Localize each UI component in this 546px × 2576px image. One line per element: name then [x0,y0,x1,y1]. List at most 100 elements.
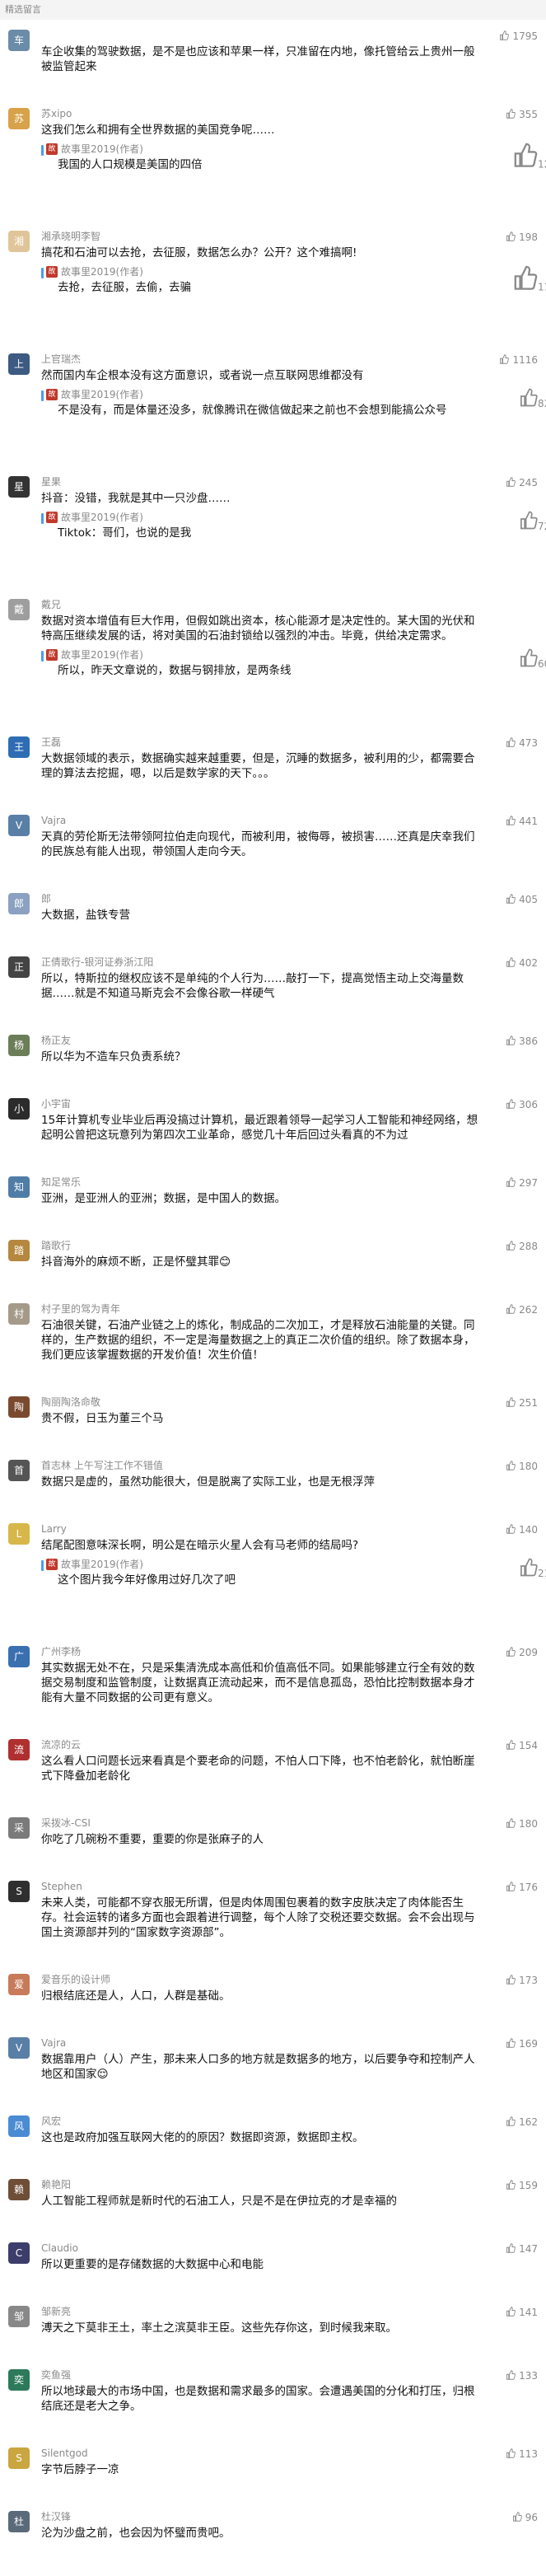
comment-author[interactable]: 郎 [41,892,480,905]
comment-author[interactable]: Vajra [41,2036,480,2050]
avatar[interactable]: 风 [8,2115,30,2137]
author-avatar[interactable]: 故 [46,649,58,661]
like-button[interactable]: 141 [506,2307,538,2318]
avatar[interactable]: 邹 [8,2306,30,2327]
comment-author[interactable]: 正倩歌行-银河证券浙江阳 [41,956,480,969]
reply-author[interactable]: 故事里2019(作者) [58,1558,480,1571]
like-button[interactable]: 140 [506,1524,538,1536]
avatar[interactable]: 王 [8,736,30,758]
avatar[interactable]: 郎 [8,893,30,914]
comment-author[interactable]: 奕鱼强 [41,2368,480,2382]
avatar[interactable]: 采 [8,1817,30,1839]
like-button[interactable]: 169 [506,2038,538,2050]
author-avatar[interactable]: 故 [46,266,58,278]
like-button[interactable]: 297 [506,1177,538,1189]
comment-author[interactable]: 王磊 [41,736,480,749]
comment-author[interactable]: 杨正友 [41,1034,480,1047]
author-avatar[interactable]: 故 [46,1559,58,1570]
avatar[interactable]: S [8,2447,30,2469]
reply-like-button[interactable]: 822 [519,388,546,409]
avatar[interactable]: 首 [8,1460,30,1481]
comment-author[interactable]: Stephen [41,1880,480,1893]
avatar[interactable]: 苏 [8,108,30,129]
like-button[interactable]: 251 [506,1397,538,1409]
like-button[interactable]: 147 [506,2243,538,2255]
avatar[interactable]: 湘 [8,231,30,252]
like-button[interactable]: 405 [506,894,538,905]
comment-author[interactable]: 戴兄 [41,598,480,611]
like-button[interactable]: 245 [506,477,538,489]
author-avatar[interactable]: 故 [46,512,58,523]
reply-author[interactable]: 故事里2019(作者) [58,511,480,524]
comment-author[interactable]: 杜汉锋 [41,2510,480,2523]
reply-like-button[interactable]: 723 [519,511,546,532]
comment-author[interactable]: 风宏 [41,2115,480,2128]
like-button[interactable]: 159 [506,2180,538,2191]
comment-author[interactable]: 知足常乐 [41,1176,480,1189]
avatar[interactable]: 奕 [8,2369,30,2391]
like-button[interactable]: 209 [506,1647,538,1658]
comment-author[interactable]: 广州李杨 [41,1645,480,1658]
like-button[interactable]: 198 [506,231,538,243]
comment-author[interactable]: 小宇宙 [41,1097,480,1110]
like-button[interactable]: 113 [506,2448,538,2460]
comment-author[interactable]: 陶丽陶洛命敬 [41,1396,480,1409]
avatar[interactable]: V [8,2037,30,2059]
comment-author[interactable]: 爱音乐的设计师 [41,1973,480,1986]
avatar[interactable]: 杨 [8,1035,30,1056]
like-button[interactable]: 306 [506,1099,538,1110]
reply-like-button[interactable]: 1258 [512,143,546,171]
like-button[interactable]: 162 [506,2116,538,2128]
comment-author[interactable]: 采拨冰-CSI [41,1816,480,1830]
reply-author[interactable]: 故事里2019(作者) [58,143,480,156]
comment-author[interactable]: 赖艳阳 [41,2178,480,2191]
avatar[interactable]: 知 [8,1176,30,1198]
comment-author[interactable]: Larry [41,1522,480,1536]
avatar[interactable]: L [8,1523,30,1545]
like-button[interactable]: 441 [506,816,538,827]
avatar[interactable]: 正 [8,956,30,978]
avatar[interactable]: 踏 [8,1240,30,1261]
avatar[interactable]: 车 [8,30,30,51]
author-avatar[interactable]: 故 [46,389,58,400]
avatar[interactable]: C [8,2242,30,2264]
like-button[interactable]: 288 [506,1241,538,1252]
like-button[interactable]: 133 [506,2370,538,2382]
comment-author[interactable]: 上官瑞杰 [41,353,480,366]
comment-author[interactable]: 湘承晓明李智 [41,230,480,243]
comment-author[interactable]: 踏歌行 [41,1239,480,1252]
like-button[interactable]: 154 [506,1740,538,1751]
like-button[interactable]: 262 [506,1304,538,1316]
reply-like-button[interactable]: 1116 [512,265,546,293]
comment-author[interactable]: Silentgod [41,2447,480,2460]
comment-author[interactable]: Claudio [41,2242,480,2255]
comment-author[interactable]: Vajra [41,814,480,827]
reply-like-button[interactable]: 601 [519,648,546,670]
like-button[interactable]: 176 [506,1882,538,1893]
avatar[interactable]: S [8,1881,30,1902]
avatar[interactable]: 戴 [8,599,30,620]
avatar[interactable]: 星 [8,476,30,498]
like-button[interactable]: 173 [506,1975,538,1986]
like-button[interactable]: 96 [512,2512,538,2523]
comment-author[interactable]: 星果 [41,475,480,489]
avatar[interactable]: 村 [8,1303,30,1325]
comment-author[interactable]: 首志林 上午写注工作不错值 [41,1459,480,1472]
reply-author[interactable]: 故事里2019(作者) [58,265,480,278]
avatar[interactable]: 上 [8,353,30,375]
avatar[interactable]: 流 [8,1739,30,1760]
avatar[interactable]: 小 [8,1098,30,1120]
reply-author[interactable]: 故事里2019(作者) [58,388,480,401]
avatar[interactable]: 爱 [8,1974,30,1995]
like-button[interactable]: 1116 [499,354,538,366]
like-button[interactable]: 355 [506,109,538,120]
like-button[interactable]: 386 [506,1036,538,1047]
avatar[interactable]: V [8,815,30,836]
avatar[interactable]: 陶 [8,1396,30,1418]
avatar[interactable]: 广 [8,1646,30,1667]
author-avatar[interactable]: 故 [46,143,58,155]
like-button[interactable]: 402 [506,957,538,969]
reply-author[interactable]: 故事里2019(作者) [58,648,480,662]
comment-author[interactable] [41,29,480,42]
comment-author[interactable]: 苏xipo [41,107,480,120]
